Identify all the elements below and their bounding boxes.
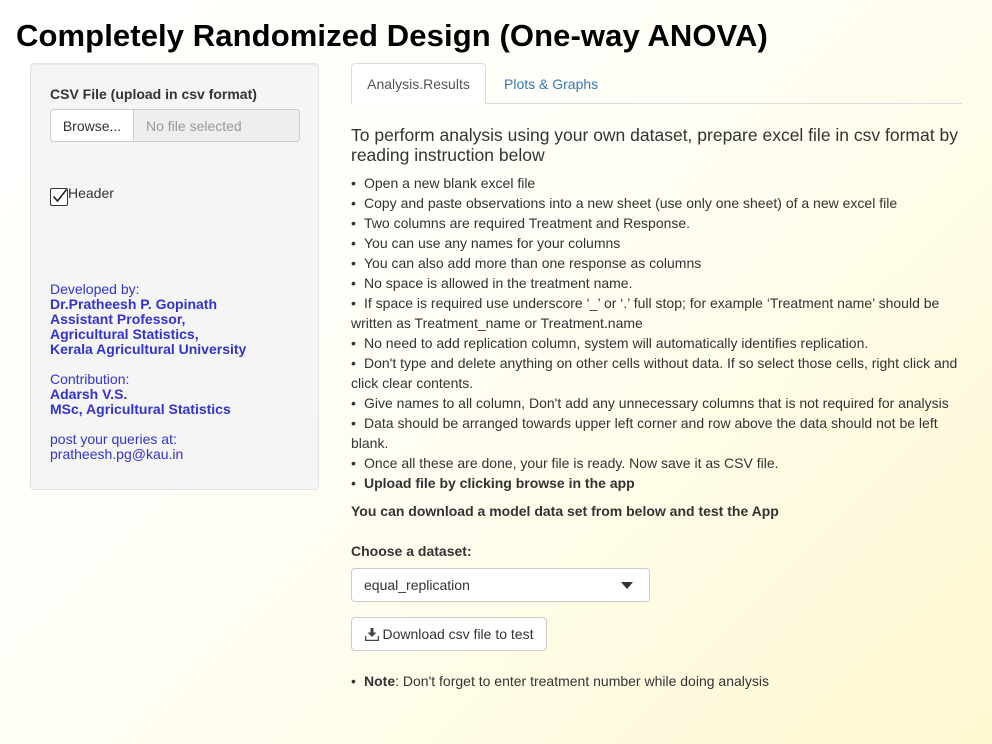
check-icon: [52, 189, 68, 203]
note-item: • Note: Don't forget to enter treatment n…: [351, 673, 769, 689]
browse-button[interactable]: Browse...: [50, 109, 134, 142]
tab-plots-graphs[interactable]: Plots & Graphs: [504, 63, 598, 105]
instruction-item: • Don't type and delete anything on other…: [351, 355, 958, 391]
instruction-item: • No need to add replication column, syst…: [351, 335, 869, 351]
header-checkbox[interactable]: [50, 188, 68, 206]
header-checkbox-label: Header: [68, 185, 114, 201]
sidebar-panel: CSV File (upload in csv format) Browse..…: [30, 63, 319, 490]
developer-title: Assistant Professor,: [50, 311, 186, 327]
instruction-text: Open a new blank excel file: [364, 175, 536, 191]
instruction-item: • Upload file by clicking browse in the a…: [351, 475, 635, 491]
dataset-label: Choose a dataset:: [351, 543, 472, 559]
developed-by-label: Developed by:: [50, 281, 140, 297]
instruction-text: No need to add replication column, syste…: [364, 335, 869, 351]
download-model-note: You can download a model data set from b…: [351, 503, 779, 519]
download-csv-button[interactable]: Download csv file to test: [351, 617, 547, 651]
note-text: : Don't forget to enter treatment number…: [395, 673, 769, 689]
instruction-item: • No space is allowed in the treatment na…: [351, 275, 633, 291]
instruction-item: • If space is required use underscore ‘_’…: [351, 295, 940, 331]
instruction-text: Copy and paste observations into a new s…: [364, 195, 898, 211]
instruction-text: Data should be arranged towards upper le…: [351, 415, 938, 451]
file-upload-group: Browse... No file selected: [50, 109, 300, 142]
download-icon: [364, 627, 379, 641]
tab-analysis-results[interactable]: Analysis.Results: [351, 63, 486, 105]
contribution-label: Contribution:: [50, 371, 130, 387]
instruction-text: No space is allowed in the treatment nam…: [364, 275, 633, 291]
instruction-text: Give names to all column, Don't add any …: [364, 395, 949, 411]
caret-down-icon: [621, 582, 633, 589]
instruction-item: • Once all these are done, your file is r…: [351, 455, 779, 471]
instruction-text: Once all these are done, your file is re…: [364, 455, 779, 471]
instruction-text: You can also add more than one response …: [364, 255, 702, 271]
instruction-text: Don't type and delete anything on other …: [351, 355, 958, 391]
contact-email[interactable]: pratheesh.pg@kau.in: [50, 447, 246, 462]
instructions-heading: To perform analysis using your own datas…: [351, 125, 958, 165]
note-label: Note: [364, 673, 396, 689]
queries-label: post your queries at:: [50, 431, 177, 447]
instruction-text: If space is required use underscore ‘_’ …: [351, 295, 940, 331]
instructions-list: • Open a new blank excel file • Copy and p…: [351, 173, 966, 493]
instruction-item: • You can use any names for your columns: [351, 235, 621, 251]
file-name-display[interactable]: No file selected: [134, 109, 300, 142]
instruction-item: • Copy and paste observations into a new …: [351, 195, 898, 211]
instruction-item: • You can also add more than one response…: [351, 255, 702, 271]
dataset-select[interactable]: equal_replication: [351, 568, 650, 602]
instruction-text: You can use any names for your columns: [364, 235, 621, 251]
page-title: Completely Randomized Design (One-way AN…: [16, 18, 768, 53]
developer-org: Kerala Agricultural University: [50, 341, 247, 357]
csv-file-label: CSV File (upload in csv format): [50, 86, 257, 102]
main-tabs: Analysis.Results Plots & Graphs: [351, 63, 962, 105]
contributor-name: Adarsh V.S.: [50, 386, 128, 402]
download-button-label: Download csv file to test: [382, 626, 534, 642]
header-checkbox-row[interactable]: Header: [50, 185, 114, 206]
instruction-text: Two columns are required Treatment and R…: [364, 215, 691, 231]
instruction-item: • Two columns are required Treatment and …: [351, 215, 691, 231]
dataset-selected-value: equal_replication: [364, 577, 470, 593]
instruction-text: Upload file by clicking browse in the ap…: [364, 475, 635, 491]
developer-name: Dr.Pratheesh P. Gopinath: [50, 296, 218, 312]
instruction-item: • Open a new blank excel file: [351, 175, 536, 191]
developer-dept: Agricultural Statistics,: [50, 326, 199, 342]
credits-block: Developed by: Dr.Pratheesh P. Gopinath A…: [50, 282, 246, 462]
instruction-item: • Data should be arranged towards upper l…: [351, 415, 938, 451]
instruction-item: • Give names to all column, Don't add any…: [351, 395, 949, 411]
contributor-title: MSc, Agricultural Statistics: [50, 401, 231, 417]
